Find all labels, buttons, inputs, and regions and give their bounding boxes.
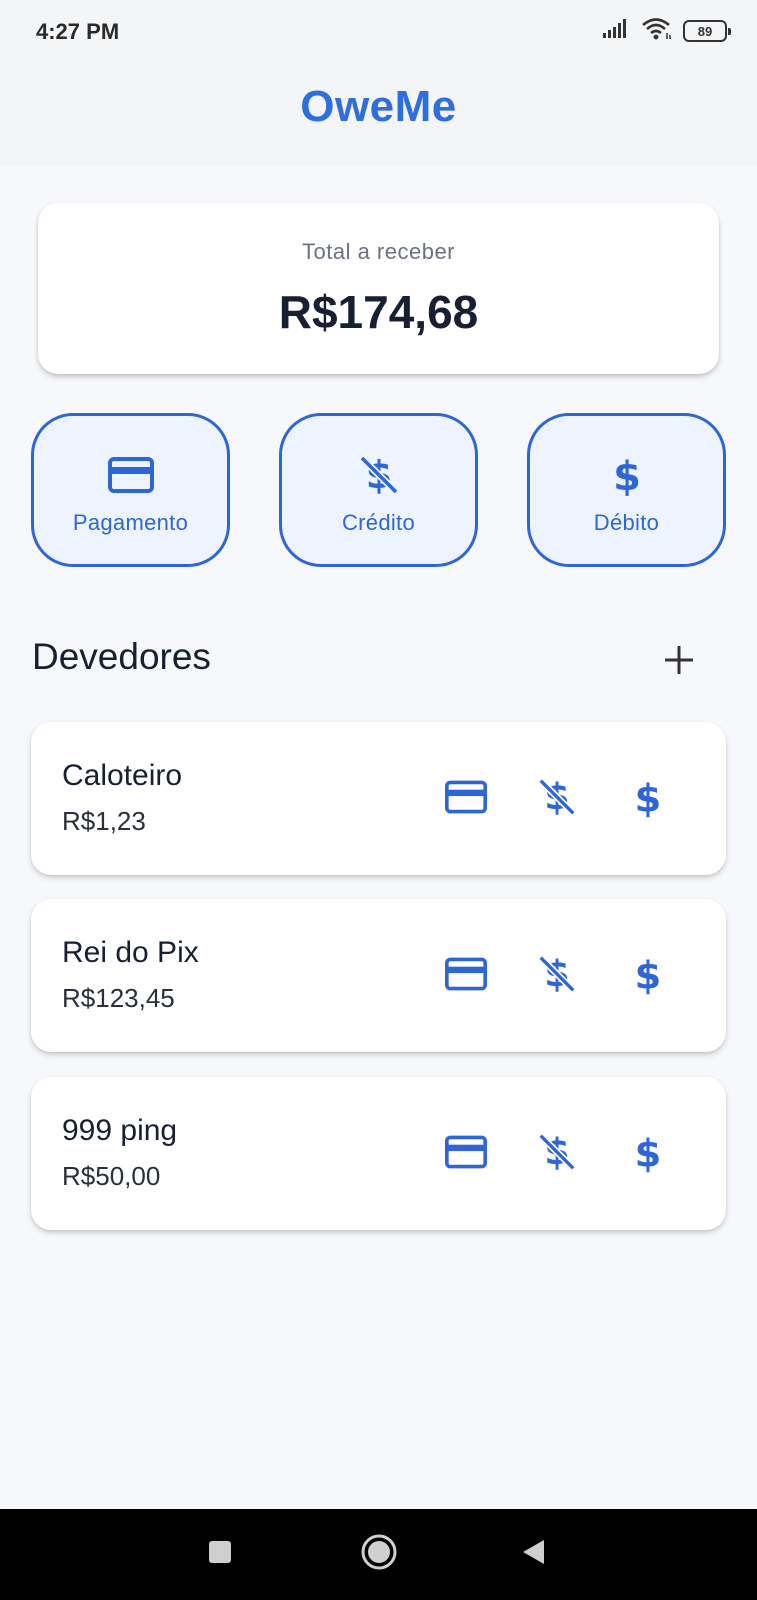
svg-text:$: $: [635, 1131, 662, 1174]
debtor-name: Caloteiro: [62, 759, 183, 792]
debtors-title: Devedores: [32, 636, 211, 677]
debtor-amount: R$50,00: [62, 1161, 161, 1191]
dollar-icon: $: [626, 1130, 670, 1179]
dollar-icon: $: [626, 952, 670, 1001]
debtor-amount: R$123,45: [62, 983, 175, 1013]
battery-icon: 89: [683, 20, 731, 42]
back-button[interactable]: [493, 1509, 573, 1600]
recents-icon: [207, 1539, 233, 1570]
signal-icon: [601, 18, 631, 45]
debtor-name: Rei do Pix: [62, 936, 199, 969]
money-off-icon: $: [535, 775, 579, 824]
debtor-payment-button[interactable]: [443, 1131, 489, 1177]
debtor-debit-button[interactable]: $: [625, 1131, 671, 1177]
home-button[interactable]: [339, 1509, 419, 1600]
debtor-debit-button[interactable]: $: [625, 953, 671, 999]
payment-button[interactable]: Pagamento: [31, 413, 230, 567]
debtor-debit-button[interactable]: $: [625, 776, 671, 822]
add-debtor-button[interactable]: [656, 639, 702, 685]
money-off-icon: $: [535, 952, 579, 1001]
plus-icon: [663, 644, 695, 681]
debit-button-label: Débito: [593, 510, 660, 535]
total-value: R$174,68: [278, 286, 479, 338]
total-card: Total a receber R$174,68: [38, 203, 719, 374]
screen: 4:27 PM 89 OweMe Total a receber R$174,6…: [0, 0, 757, 1600]
home-icon: [360, 1533, 398, 1576]
status-bar: 4:27 PM 89: [0, 0, 757, 62]
debtor-card: Caloteiro R$1,23 $ $: [31, 722, 726, 875]
debit-button[interactable]: $ Débito: [527, 413, 726, 567]
action-buttons: Pagamento $ Crédito $ Débito: [31, 413, 726, 567]
svg-text:$: $: [613, 454, 641, 498]
status-time: 4:27 PM: [36, 19, 120, 44]
svg-text:$: $: [635, 776, 662, 819]
debtor-card: 999 ping R$50,00 $ $: [31, 1077, 726, 1230]
system-nav-bar: [0, 1509, 757, 1600]
dollar-icon: $: [604, 452, 650, 498]
debtor-amount: R$1,23: [62, 806, 146, 836]
credit-card-icon: [445, 957, 487, 996]
dollar-icon: $: [626, 775, 670, 824]
battery-level: 89: [697, 23, 713, 39]
debtor-payment-button[interactable]: [443, 776, 489, 822]
debtor-payment-button[interactable]: [443, 953, 489, 999]
money-off-icon: $: [535, 1130, 579, 1179]
status-icons: 89: [601, 17, 731, 46]
debtor-credit-button[interactable]: $: [534, 775, 580, 824]
back-icon: [520, 1538, 546, 1571]
debtor-credit-button[interactable]: $: [534, 1130, 580, 1179]
debtor-credit-button[interactable]: $: [534, 952, 580, 1001]
credit-button[interactable]: $ Crédito: [279, 413, 478, 567]
payment-button-label: Pagamento: [72, 510, 189, 535]
recents-button[interactable]: [180, 1509, 260, 1600]
credit-card-icon: [445, 780, 487, 819]
debtor-card: Rei do Pix R$123,45 $ $: [31, 899, 726, 1052]
credit-card-icon: [445, 1135, 487, 1174]
app-header: OweMe: [0, 62, 757, 166]
credit-card-icon: [107, 452, 154, 498]
debtor-name: 999 ping: [62, 1114, 178, 1147]
money-off-icon: $: [356, 452, 402, 498]
credit-button-label: Crédito: [341, 510, 416, 535]
app-title: OweMe: [300, 82, 457, 131]
wifi-icon: [641, 17, 673, 46]
total-label: Total a receber: [301, 239, 456, 264]
svg-text:$: $: [635, 953, 662, 996]
